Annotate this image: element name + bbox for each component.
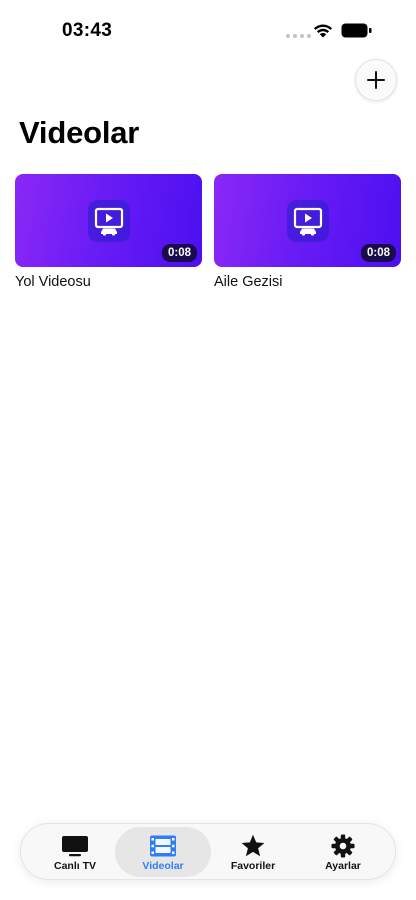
film-icon: [149, 834, 177, 858]
plus-icon: [367, 71, 385, 89]
video-thumbnail[interactable]: 0:08: [15, 174, 202, 267]
status-time: 03:43: [62, 20, 113, 41]
video-car-icon: [88, 200, 130, 242]
star-icon: [239, 834, 267, 858]
tab-label: Canlı TV: [53, 860, 96, 872]
tab-label: Ayarlar: [325, 860, 361, 872]
video-car-icon: [287, 200, 329, 242]
tab-label: Favoriler: [230, 860, 276, 872]
add-video-button[interactable]: [355, 59, 397, 101]
tab-label: Videolar: [142, 860, 184, 872]
battery-icon: [341, 23, 372, 38]
video-title: Yol Videosu: [15, 274, 91, 290]
video-duration-badge: 0:08: [161, 244, 197, 262]
wifi-icon: [313, 24, 333, 38]
status-bar: 03:43: [0, 0, 416, 60]
video-thumbnail[interactable]: 0:08: [214, 174, 401, 267]
video-card[interactable]: 0:08 Aile Gezisi: [214, 174, 401, 290]
gear-icon: [329, 834, 357, 858]
signal-dots-icon: [286, 34, 311, 38]
tab-bar: Canlı TV Videolar Favoriler Ayarlar: [20, 823, 396, 880]
video-duration-badge: 0:08: [360, 244, 396, 262]
video-title: Aile Gezisi: [214, 274, 283, 290]
tab-ayarlar[interactable]: Ayarlar: [295, 827, 391, 877]
tab-favoriler[interactable]: Favoriler: [205, 827, 301, 877]
video-card[interactable]: 0:08 Yol Videosu: [15, 174, 202, 290]
tab-canli-tv[interactable]: Canlı TV: [27, 827, 123, 877]
tab-videolar[interactable]: Videolar: [115, 827, 211, 877]
page-title: Videolar: [19, 115, 140, 150]
tv-icon: [61, 834, 89, 858]
